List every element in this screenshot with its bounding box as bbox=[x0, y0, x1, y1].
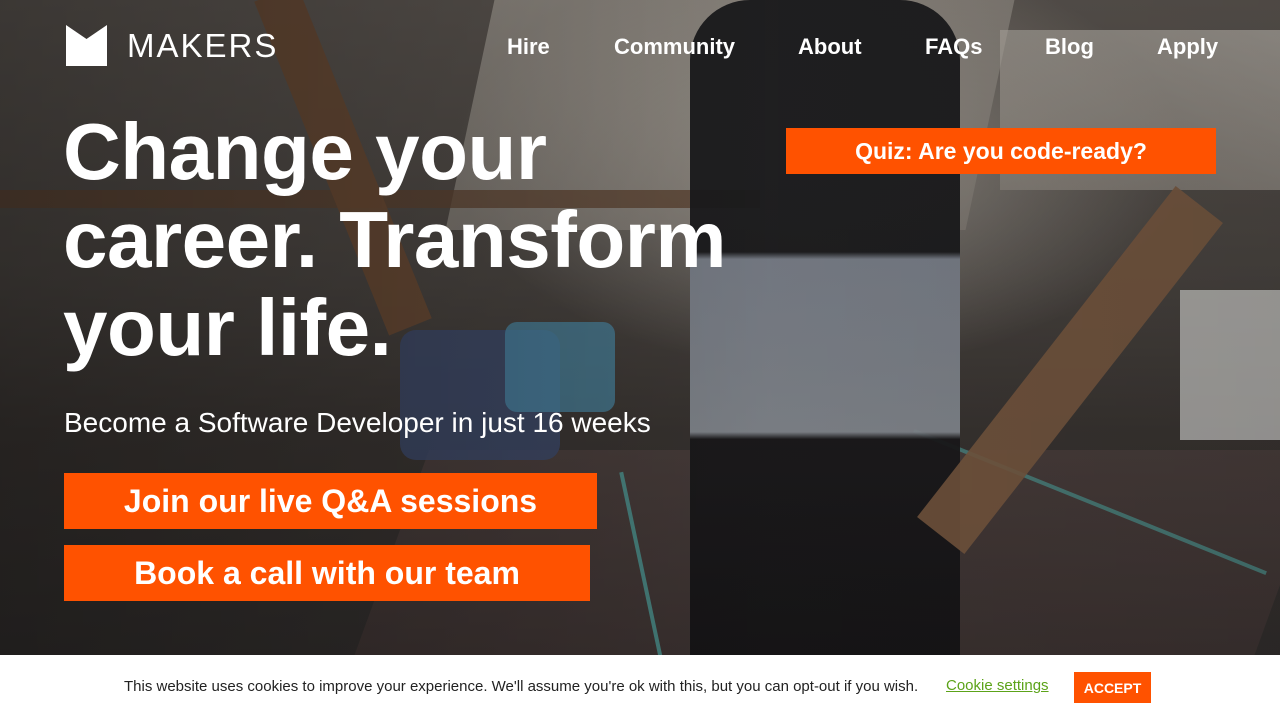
cookie-accept-button[interactable]: ACCEPT bbox=[1074, 672, 1151, 703]
nav-item-about[interactable]: About bbox=[798, 34, 862, 60]
hero-subtitle: Become a Software Developer in just 16 w… bbox=[64, 407, 651, 438]
main-nav: Hire Community About FAQs Blog Apply bbox=[0, 34, 1280, 64]
nav-item-hire[interactable]: Hire bbox=[507, 34, 550, 60]
cookie-banner: This website uses cookies to improve you… bbox=[0, 655, 1280, 720]
code-ready-quiz-button[interactable]: Quiz: Are you code-ready? bbox=[786, 128, 1216, 174]
cookie-settings-link[interactable]: Cookie settings bbox=[946, 677, 1049, 694]
headline-line: your life. bbox=[63, 283, 392, 372]
nav-item-faqs[interactable]: FAQs bbox=[925, 34, 982, 60]
nav-item-apply[interactable]: Apply bbox=[1157, 34, 1218, 60]
join-qa-sessions-button[interactable]: Join our live Q&A sessions bbox=[64, 473, 597, 529]
cookie-message: This website uses cookies to improve you… bbox=[124, 678, 919, 695]
hero-headline: Change your career. Transform your life. bbox=[63, 108, 783, 372]
nav-item-community[interactable]: Community bbox=[614, 34, 735, 60]
headline-line: career. Transform bbox=[63, 195, 726, 284]
nav-item-blog[interactable]: Blog bbox=[1045, 34, 1094, 60]
book-call-button[interactable]: Book a call with our team bbox=[64, 545, 590, 601]
headline-line: Change your bbox=[63, 107, 547, 196]
